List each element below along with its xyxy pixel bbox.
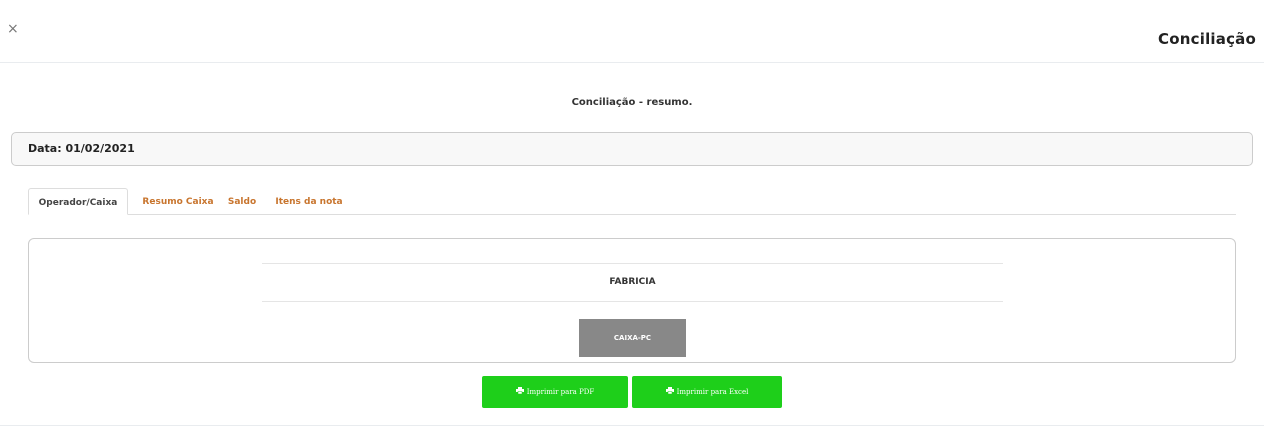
print-pdf-label: Imprimir para PDF [526, 388, 595, 396]
operator-name: FABRICIA [609, 277, 656, 287]
summary-title: Conciliação - resumo. [571, 97, 693, 108]
modal-title: Conciliação [1158, 30, 1256, 48]
tab-saldo[interactable]: Saldo [224, 188, 260, 215]
caixa-button[interactable]: CAIXA-PC [579, 319, 686, 357]
divider [262, 263, 1003, 264]
divider [262, 301, 1003, 302]
printer-icon [665, 376, 674, 408]
tab-itens-da-nota[interactable]: Itens da nota [274, 188, 344, 215]
modal-header: × Conciliação [0, 0, 1264, 63]
close-icon[interactable]: × [7, 21, 19, 37]
print-excel-button[interactable]: Imprimir para Excel [632, 376, 782, 408]
tab-operador-caixa[interactable]: Operador/Caixa [28, 188, 128, 215]
footer-divider [0, 425, 1264, 426]
print-pdf-button[interactable]: Imprimir para PDF [482, 376, 628, 408]
date-label: Data: 01/02/2021 [28, 142, 135, 155]
print-excel-label: Imprimir para Excel [676, 388, 749, 396]
date-panel: Data: 01/02/2021 [11, 132, 1253, 166]
tab-resumo-caixa[interactable]: Resumo Caixa [138, 188, 218, 215]
printer-icon [515, 376, 524, 408]
tab-bar: Operador/Caixa Resumo Caixa Saldo Itens … [28, 188, 1236, 215]
operator-panel: FABRICIA CAIXA-PC [28, 238, 1236, 363]
